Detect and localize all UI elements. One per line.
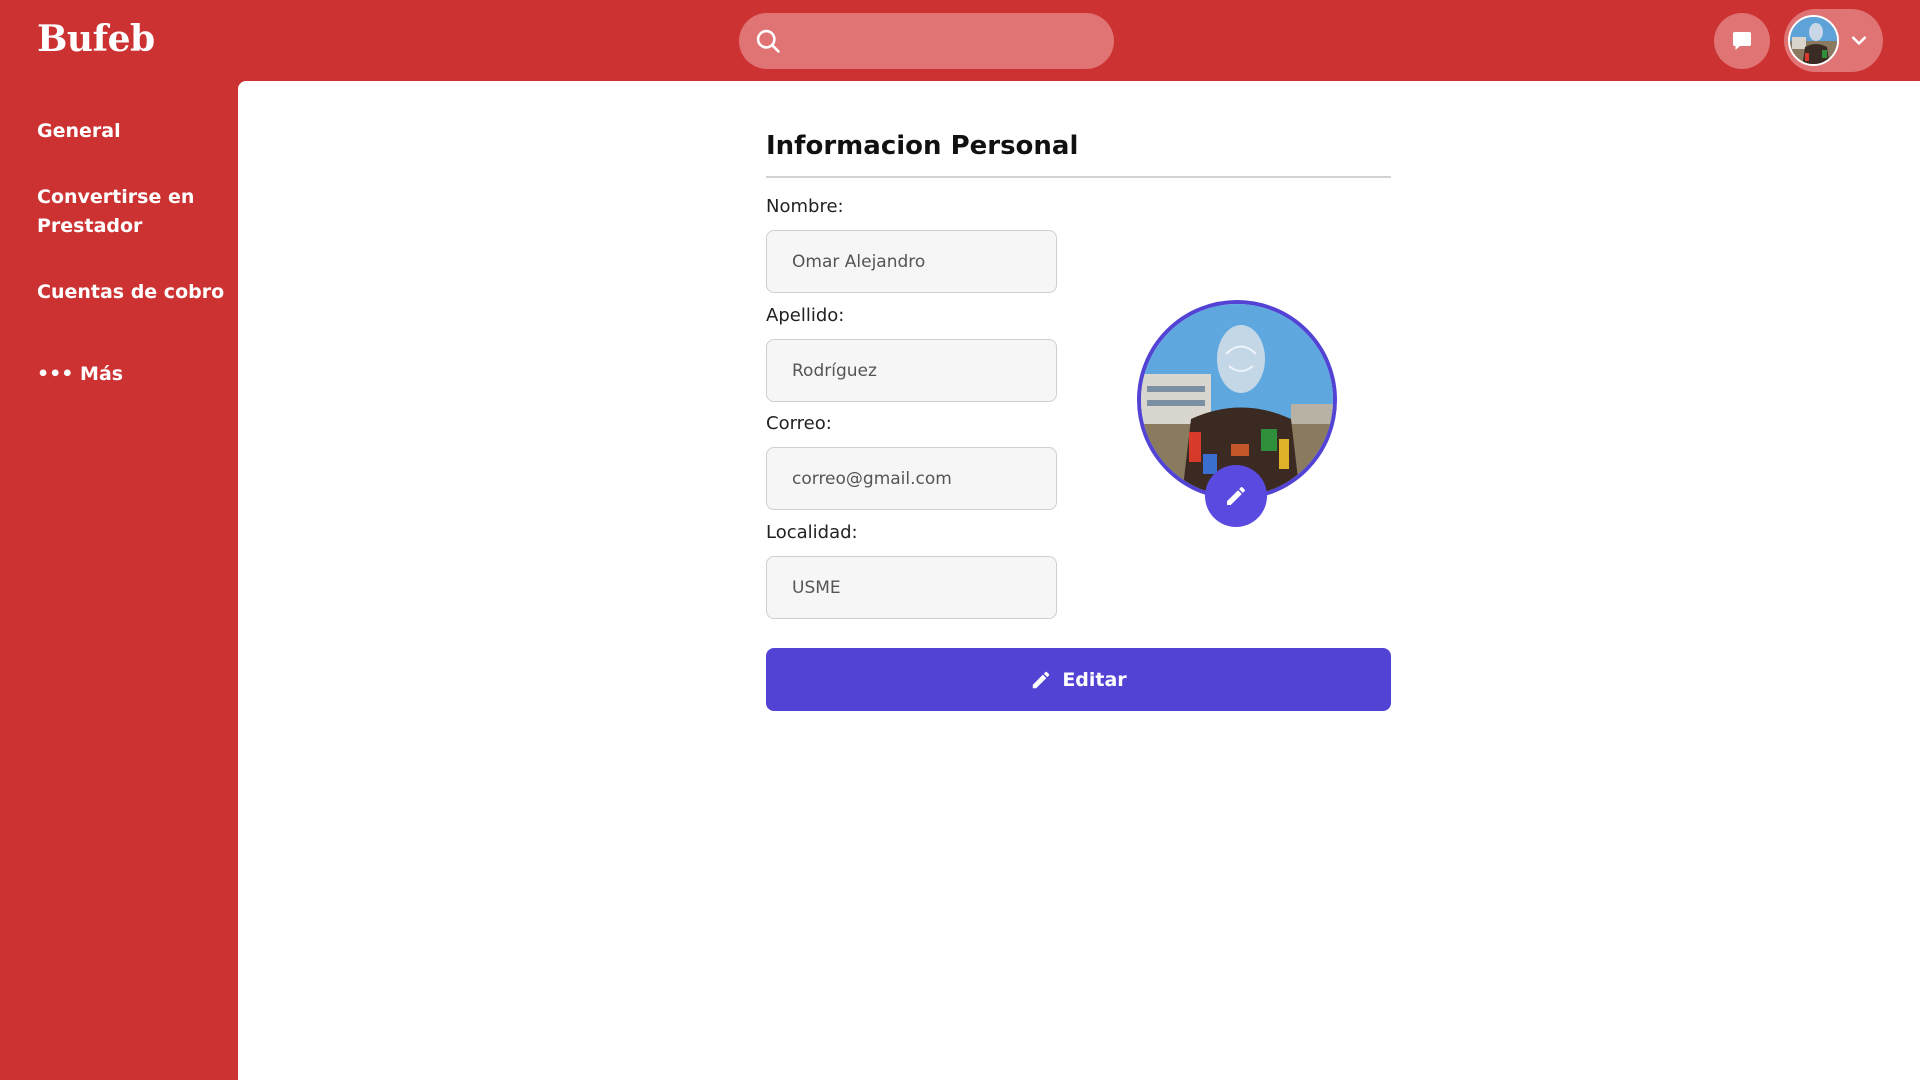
- avatar: [1788, 15, 1839, 66]
- nombre-field[interactable]: Omar Alejandro: [766, 230, 1057, 293]
- edit-profile-button[interactable]: Editar: [766, 648, 1391, 711]
- chat-icon: [1733, 32, 1751, 50]
- main-content: Informacion Personal Nombre: Omar Alejan…: [238, 81, 1920, 1080]
- pencil-icon: [1033, 671, 1050, 688]
- search-icon[interactable]: [754, 27, 782, 55]
- edit-button-label: Editar: [1062, 668, 1127, 691]
- search-bar[interactable]: [739, 13, 1114, 69]
- sidebar: General Convertirse en Prestador Cuentas…: [0, 81, 238, 1080]
- user-menu-button[interactable]: [1784, 9, 1883, 72]
- app-logo[interactable]: Bufeb: [37, 18, 155, 60]
- title-divider: [766, 176, 1391, 178]
- localidad-field[interactable]: USME: [766, 556, 1057, 619]
- edit-photo-button[interactable]: [1205, 465, 1267, 527]
- correo-label: Correo:: [766, 413, 832, 434]
- apellido-label: Apellido:: [766, 305, 845, 326]
- search-input[interactable]: [791, 13, 1101, 69]
- sidebar-item-convertirse-en-prestador[interactable]: Convertirse en Prestador: [37, 183, 227, 241]
- chat-button[interactable]: [1714, 13, 1770, 69]
- sidebar-item-general[interactable]: General: [37, 117, 121, 146]
- chevron-down-icon: [1851, 36, 1867, 45]
- nombre-label: Nombre:: [766, 196, 844, 217]
- sidebar-item-mas[interactable]: ••• Más: [37, 360, 123, 389]
- top-bar: Bufeb: [0, 0, 1920, 81]
- apellido-field[interactable]: Rodríguez: [766, 339, 1057, 402]
- localidad-label: Localidad:: [766, 522, 858, 543]
- pencil-icon: [1227, 486, 1245, 505]
- sidebar-item-cuentas-de-cobro[interactable]: Cuentas de cobro: [37, 278, 224, 307]
- correo-field[interactable]: correo@gmail.com: [766, 447, 1057, 510]
- page-title: Informacion Personal: [766, 131, 1079, 161]
